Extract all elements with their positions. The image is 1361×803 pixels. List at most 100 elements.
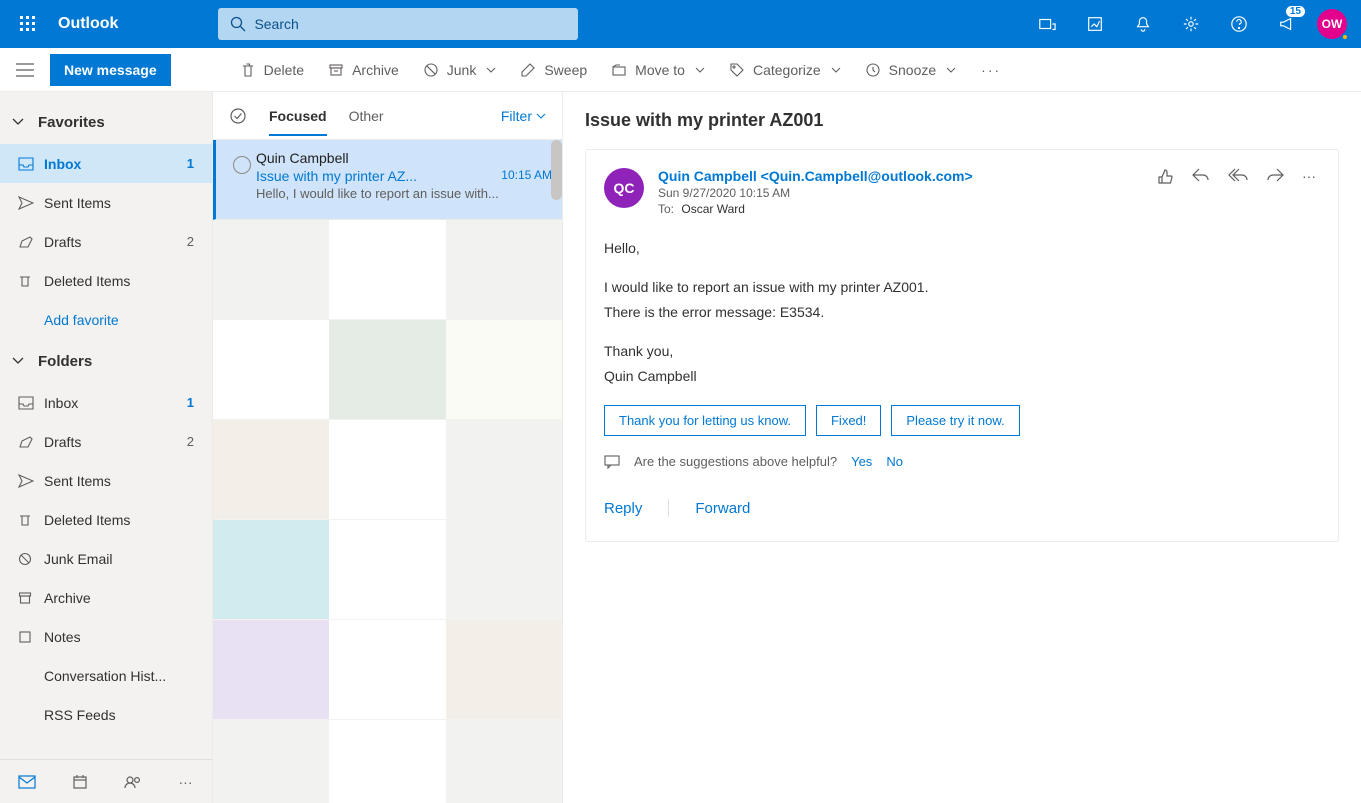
folders-header[interactable]: Folders (0, 339, 212, 383)
sender-avatar[interactable]: QC (604, 168, 644, 208)
folder-notes[interactable]: Notes (0, 617, 212, 656)
list-placeholder (213, 520, 562, 620)
search-box[interactable] (218, 8, 578, 40)
settings-icon[interactable] (1167, 0, 1215, 48)
suggested-reply-1[interactable]: Thank you for letting us know. (604, 405, 806, 436)
chevron-down-icon (831, 67, 841, 73)
from-address[interactable]: Quin Campbell <Quin.Campbell@outlook.com… (658, 168, 1142, 184)
delete-button[interactable]: Delete (229, 48, 315, 92)
favorites-header[interactable]: Favorites (0, 100, 212, 144)
folder-rss-feeds[interactable]: RSS Feeds (0, 695, 212, 734)
archive-icon (18, 591, 44, 605)
forward-link[interactable]: Forward (695, 500, 750, 517)
chevron-down-icon (695, 67, 705, 73)
select-all-checkbox[interactable] (229, 107, 251, 125)
reply-icon[interactable] (1192, 168, 1210, 186)
more-actions-icon[interactable]: ··· (1302, 168, 1316, 186)
tag-icon (729, 62, 745, 78)
hamburger-icon[interactable] (4, 48, 46, 92)
mailbox-icon[interactable] (1023, 0, 1071, 48)
junk-button[interactable]: Junk (412, 48, 508, 92)
message-sender: Quin Campbell (256, 150, 552, 166)
more-actions-button[interactable]: ··· (969, 62, 1013, 78)
filter-button[interactable]: Filter (501, 108, 546, 124)
folder-inbox[interactable]: Inbox 1 (0, 383, 212, 422)
nav-deleted-items[interactable]: Deleted Items (0, 261, 212, 300)
archive-icon (328, 62, 344, 78)
folder-deleted-items[interactable]: Deleted Items (0, 500, 212, 539)
folder-junk-email[interactable]: Junk Email (0, 539, 212, 578)
inbox-icon (18, 396, 44, 410)
new-message-button[interactable]: New message (50, 54, 171, 86)
send-icon (18, 196, 44, 210)
email-body: Hello, I would like to report an issue w… (604, 238, 1316, 387)
search-input[interactable] (254, 16, 566, 32)
folder-archive[interactable]: Archive (0, 578, 212, 617)
suggested-reply-3[interactable]: Please try it now. (891, 405, 1019, 436)
message-list: Focused Other Filter Quin Campbell Issue… (213, 92, 563, 803)
send-icon (18, 474, 44, 488)
announcement-icon[interactable]: 15 (1263, 0, 1311, 48)
list-placeholder (213, 720, 562, 803)
nav-drafts[interactable]: Drafts 2 (0, 222, 212, 261)
people-module-icon[interactable] (113, 775, 153, 789)
scrollbar[interactable] (551, 140, 562, 200)
user-avatar[interactable]: OW (1317, 9, 1347, 39)
help-icon[interactable] (1215, 0, 1263, 48)
message-preview: Hello, I would like to report an issue w… (256, 186, 552, 201)
tab-other[interactable]: Other (349, 96, 384, 136)
message-scroll-area[interactable]: Quin Campbell Issue with my printer AZ..… (213, 140, 562, 803)
reply-link[interactable]: Reply (604, 500, 642, 517)
message-subject: Issue with my printer AZ... (256, 168, 493, 184)
tab-focused[interactable]: Focused (269, 96, 327, 136)
sweep-icon (520, 62, 536, 78)
mail-module-icon[interactable] (7, 775, 47, 789)
chevron-down-icon (536, 113, 546, 119)
feedback-question: Are the suggestions above helpful? (634, 454, 837, 469)
more-module-icon[interactable]: ··· (166, 774, 206, 790)
list-placeholder (213, 620, 562, 720)
chevron-down-icon (12, 118, 24, 126)
feedback-icon (604, 455, 620, 469)
folder-conversation-history[interactable]: Conversation Hist... (0, 656, 212, 695)
calendar-module-icon[interactable] (60, 774, 100, 790)
main-content: Favorites Inbox 1 Sent Items Drafts 2 De… (0, 92, 1361, 803)
folder-sent-items[interactable]: Sent Items (0, 461, 212, 500)
snooze-button[interactable]: Snooze (854, 48, 967, 92)
email-card: QC Quin Campbell <Quin.Campbell@outlook.… (585, 149, 1339, 542)
app-launcher-icon[interactable] (4, 0, 52, 48)
list-placeholder (213, 420, 562, 520)
forward-icon[interactable] (1266, 168, 1284, 186)
move-to-button[interactable]: Move to (600, 48, 716, 92)
chevron-down-icon (946, 67, 956, 73)
folder-drafts[interactable]: Drafts 2 (0, 422, 212, 461)
list-placeholder (213, 320, 562, 420)
email-date: Sun 9/27/2020 10:15 AM (658, 186, 1142, 200)
feedback-no[interactable]: No (886, 454, 903, 469)
nav-sent-items[interactable]: Sent Items (0, 183, 212, 222)
chevron-down-icon (12, 357, 24, 365)
like-icon[interactable] (1156, 168, 1174, 186)
junk-icon (18, 552, 44, 566)
inbox-icon (18, 157, 44, 171)
junk-icon (423, 62, 439, 78)
reply-all-icon[interactable] (1228, 168, 1248, 186)
trash-icon (240, 62, 256, 78)
message-item[interactable]: Quin Campbell Issue with my printer AZ..… (213, 140, 562, 220)
archive-button[interactable]: Archive (317, 48, 410, 92)
categorize-button[interactable]: Categorize (718, 48, 852, 92)
to-line: To: Oscar Ward (658, 202, 1142, 216)
list-placeholder (213, 220, 562, 320)
module-switcher: ··· (0, 759, 212, 803)
suggested-reply-2[interactable]: Fixed! (816, 405, 881, 436)
add-favorite-link[interactable]: Add favorite (0, 300, 212, 339)
notes-icon[interactable] (1071, 0, 1119, 48)
notifications-icon[interactable] (1119, 0, 1167, 48)
feedback-yes[interactable]: Yes (851, 454, 872, 469)
presence-indicator-icon (1341, 33, 1349, 41)
trash-icon (18, 274, 44, 288)
nav-inbox[interactable]: Inbox 1 (0, 144, 212, 183)
sweep-button[interactable]: Sweep (509, 48, 598, 92)
message-checkbox[interactable] (228, 156, 256, 174)
pencil-icon (18, 235, 44, 249)
